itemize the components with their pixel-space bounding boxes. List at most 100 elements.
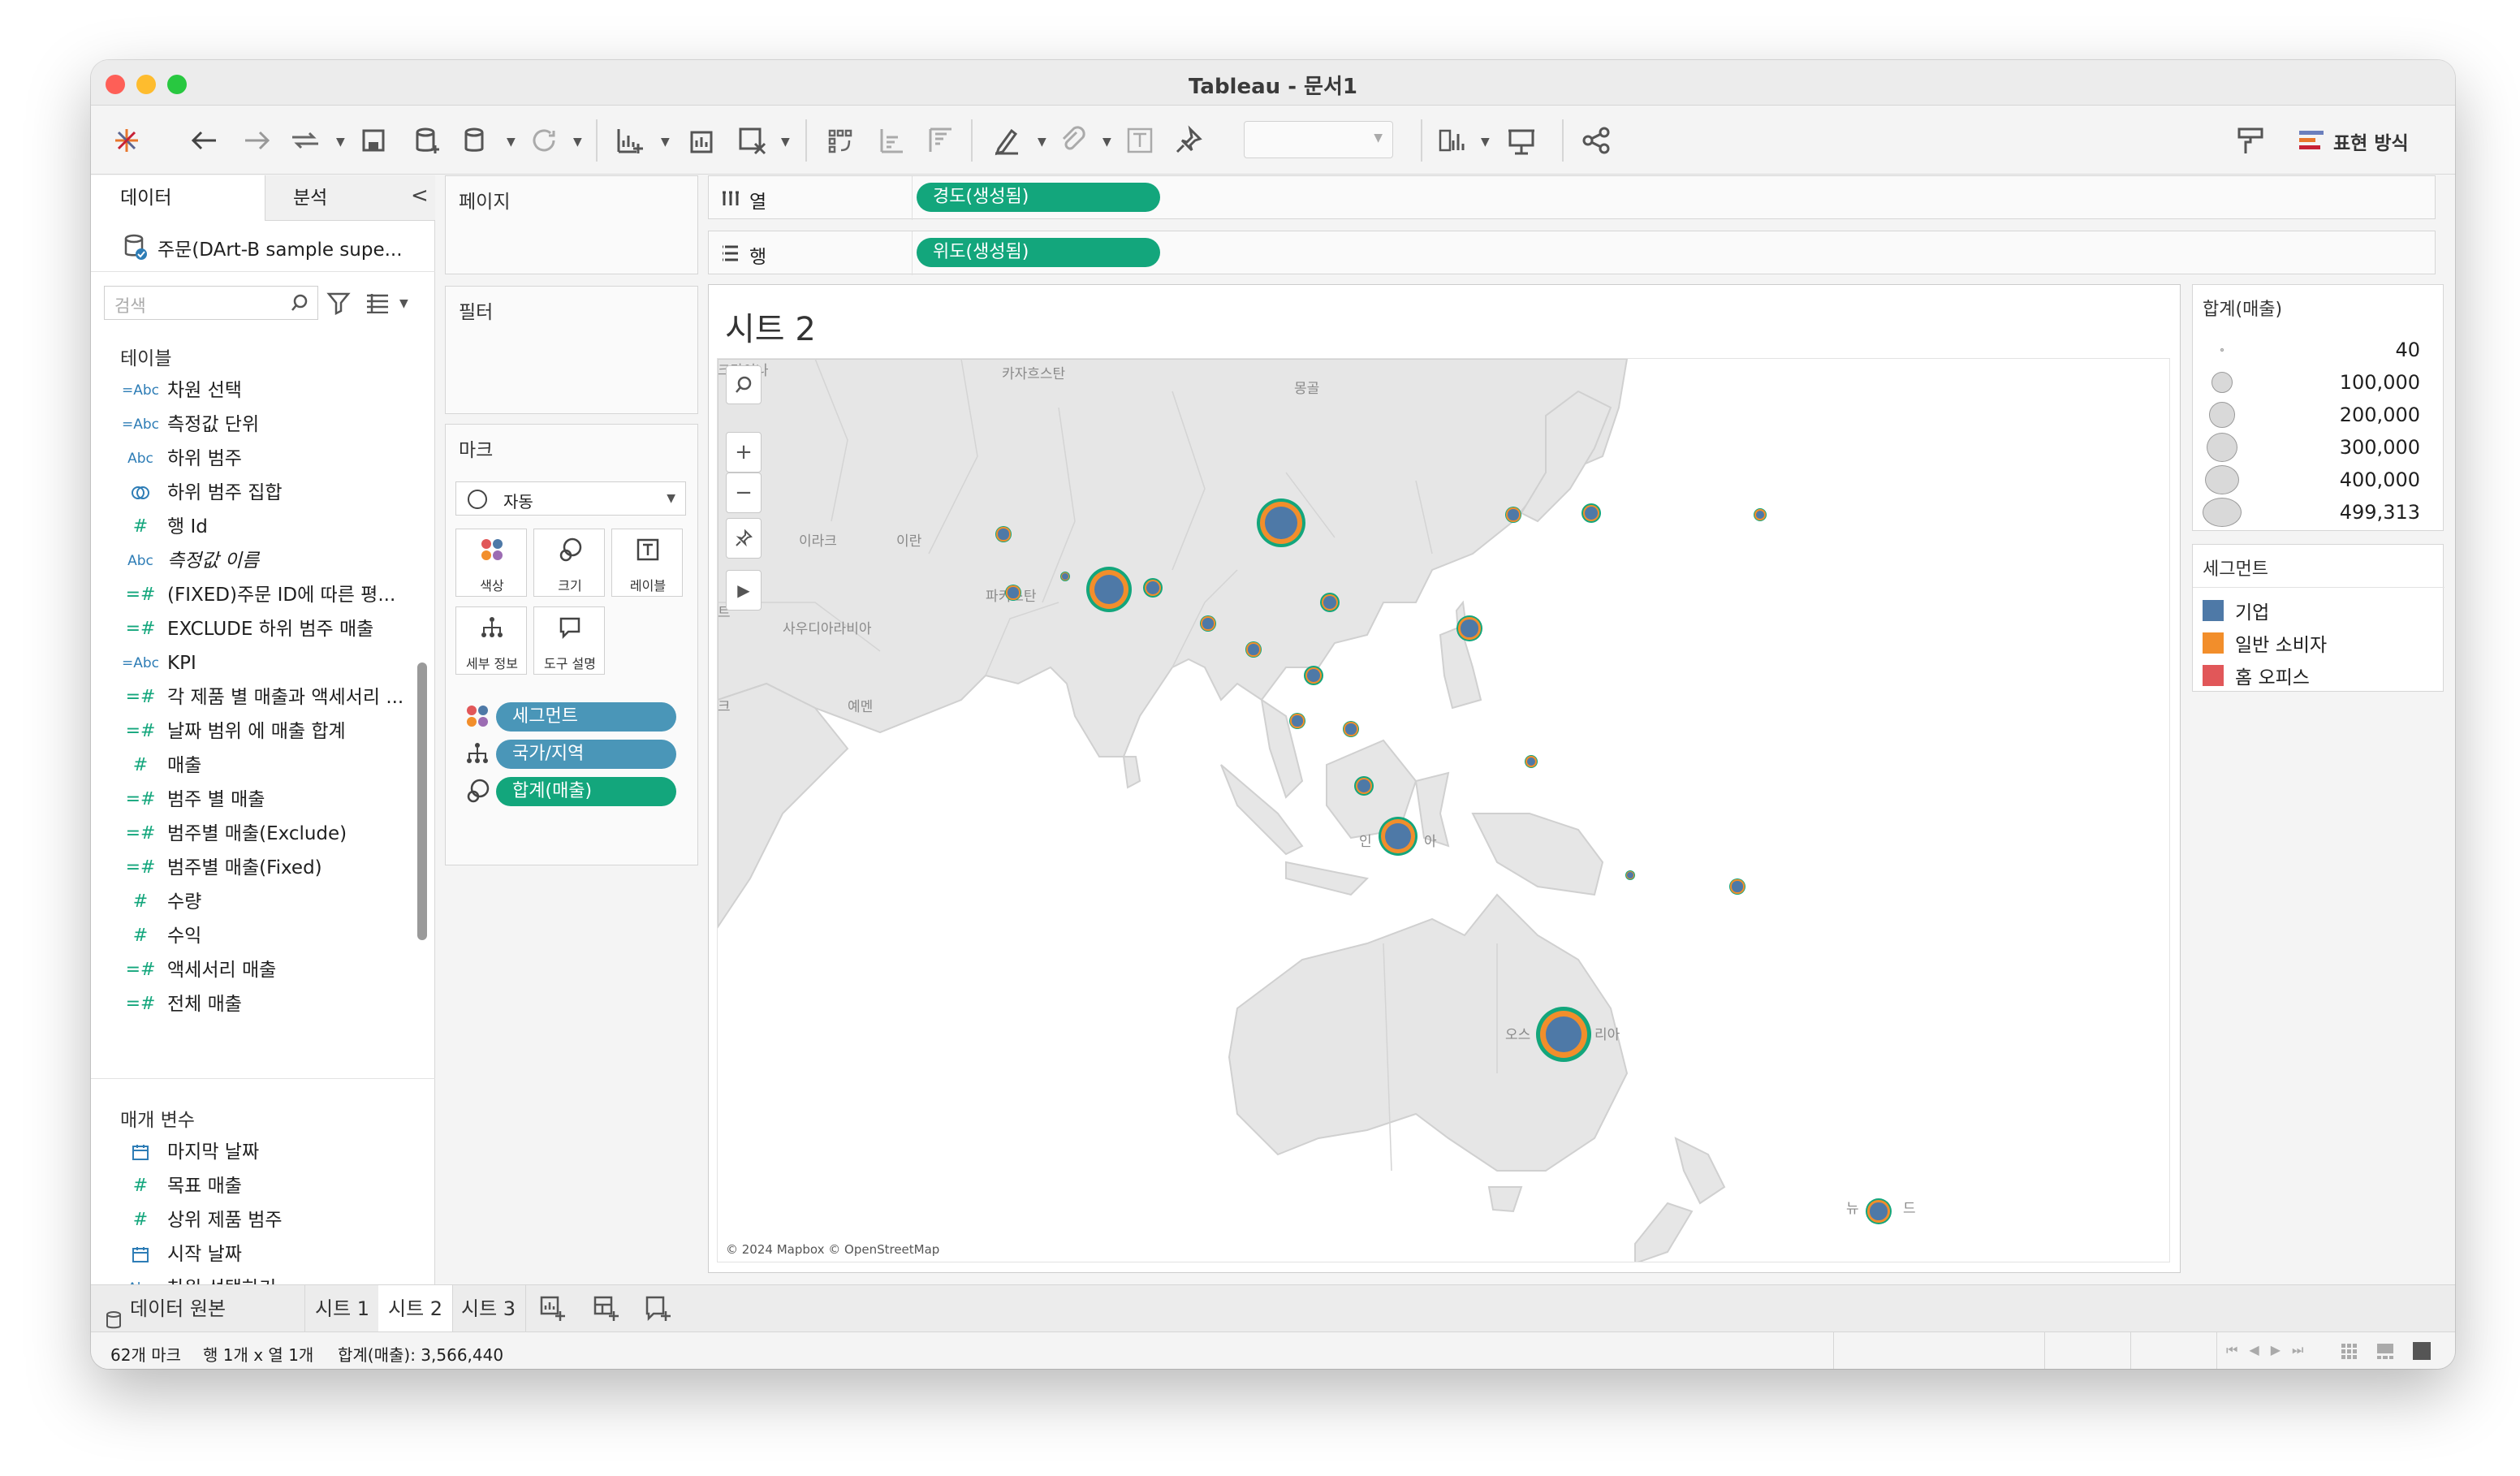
detail-button[interactable]: 세부 정보 <box>455 606 527 675</box>
replace-dropdown-caret-icon[interactable]: ▼ <box>336 136 345 149</box>
segment-legend[interactable]: 세그먼트 기업 일반 소비자 홈 오피스 <box>2192 544 2444 692</box>
latitude-pill[interactable]: 위도(생성됨) <box>917 238 1160 267</box>
replace-datasource-icon[interactable] <box>286 121 325 160</box>
map-view[interactable]: 크라이나카자흐스탄이라크이란파키스탄사우디아라비아예멘몽골인아오스리아뉴드트크 … <box>717 358 2170 1262</box>
tableau-logo-icon[interactable] <box>107 121 146 160</box>
map-mark[interactable] <box>1143 578 1163 598</box>
show-cards-icon[interactable] <box>1434 121 1473 160</box>
field-item[interactable]: 하위 범주 집합 <box>91 476 416 510</box>
new-worksheet-tab-icon[interactable] <box>539 1295 567 1323</box>
tab-data[interactable]: 데이터 <box>91 175 261 221</box>
field-item[interactable]: =# 전체 매출 <box>91 987 416 1021</box>
share-icon[interactable] <box>1577 121 1616 160</box>
parameter-item[interactable]: 시작 날짜 <box>91 1237 416 1271</box>
datasource-tab[interactable]: 데이터 원본 <box>91 1285 305 1332</box>
map-attribution[interactable]: © 2024 Mapbox © OpenStreetMap <box>726 1242 939 1257</box>
field-item[interactable]: =# 날짜 범위 에 매출 합계 <box>91 714 416 749</box>
map-mark[interactable] <box>1304 666 1323 685</box>
sheet-navigation-arrows-icon[interactable]: ⏮◀▶⏭ <box>2226 1342 2315 1358</box>
highlight-icon[interactable] <box>987 121 1026 160</box>
swap-rows-columns-icon[interactable] <box>820 121 859 160</box>
country-detail-pill[interactable]: 국가/지역 <box>496 740 676 769</box>
view-options-icon[interactable] <box>365 292 390 314</box>
map-mark[interactable] <box>1536 1007 1591 1062</box>
filters-card[interactable]: 필터 <box>445 286 698 414</box>
field-item[interactable]: =# 각 제품 별 매출과 액세서리 ... <box>91 680 416 714</box>
zoom-in-icon[interactable]: + <box>726 432 762 473</box>
map-mark[interactable] <box>1200 615 1216 632</box>
map-mark[interactable] <box>1289 713 1305 729</box>
datasource-name[interactable]: 주문(DArt-B sample supe... <box>158 234 403 261</box>
fix-axes-pin-icon[interactable] <box>1169 121 1208 160</box>
map-pin-icon[interactable] <box>726 518 762 559</box>
map-mark[interactable] <box>1729 878 1745 895</box>
fields-scrollbar[interactable] <box>417 662 427 940</box>
cards-dropdown-caret-icon[interactable]: ▼ <box>1481 136 1490 149</box>
size-legend[interactable]: 합계(매출) 40 100,000 200,000 300,000 400,000 499… <box>2192 284 2444 531</box>
field-item[interactable]: Abc 측정값 이름 <box>91 544 416 578</box>
field-item[interactable]: =Abc KPI <box>91 646 416 680</box>
sales-size-pill[interactable]: 합계(매출) <box>496 777 676 806</box>
field-item[interactable]: # 매출 <box>91 749 416 783</box>
size-legend-item[interactable]: 200,000 <box>2193 399 2444 431</box>
map-mark[interactable] <box>1581 503 1601 523</box>
show-mark-labels-icon[interactable] <box>1120 121 1159 160</box>
new-story-icon[interactable] <box>645 1295 672 1323</box>
map-mark[interactable] <box>1086 567 1132 612</box>
show-filmstrip-icon[interactable] <box>2375 1342 2395 1360</box>
map-mark[interactable] <box>1343 721 1359 737</box>
field-item[interactable]: # 행 Id <box>91 510 416 544</box>
rows-shelf[interactable]: 행 위도(생성됨) <box>708 231 2436 275</box>
map-mark[interactable] <box>1866 1198 1892 1224</box>
show-me-label[interactable]: 표현 방식 <box>2333 127 2409 155</box>
map-mark[interactable] <box>1354 776 1374 796</box>
map-search-icon[interactable] <box>726 365 762 404</box>
map-mark[interactable] <box>1525 755 1538 768</box>
label-button[interactable]: 레이블 <box>611 529 683 597</box>
map-mark[interactable] <box>1060 572 1070 581</box>
map-mark[interactable] <box>1320 593 1340 612</box>
parameter-item[interactable]: 마지막 날짜 <box>91 1135 416 1169</box>
show-tabs-icon[interactable] <box>2413 1342 2431 1360</box>
collapse-pane-icon[interactable]: < <box>411 183 429 208</box>
clear-sheet-icon[interactable] <box>732 121 771 160</box>
segment-color-pill[interactable]: 세그먼트 <box>496 702 676 732</box>
field-item[interactable]: =Abc 차원 선택 <box>91 373 416 408</box>
new-sheet-dropdown-caret-icon[interactable]: ▼ <box>661 136 670 149</box>
sort-descending-icon[interactable] <box>921 121 960 160</box>
undo-icon[interactable] <box>185 121 224 160</box>
columns-shelf[interactable]: 열 경도(생성됨) <box>708 175 2436 220</box>
refresh-icon[interactable] <box>524 121 563 160</box>
filter-icon[interactable] <box>326 291 351 316</box>
field-item[interactable]: =# EXCLUDE 하위 범주 매출 <box>91 612 416 646</box>
pages-card[interactable]: 페이지 <box>445 175 698 274</box>
mark-type-dropdown[interactable]: 자동 ▼ <box>455 481 686 516</box>
field-item[interactable]: =# 액세서리 매출 <box>91 953 416 987</box>
map-mark[interactable] <box>995 526 1012 542</box>
group-dropdown-caret-icon[interactable]: ▼ <box>1102 136 1111 149</box>
field-item[interactable]: Abc 하위 범주 <box>91 442 416 476</box>
size-legend-item[interactable]: 300,000 <box>2193 431 2444 464</box>
field-item[interactable]: =# 범주별 매출(Exclude) <box>91 817 416 851</box>
map-mark[interactable] <box>1754 508 1767 521</box>
tooltip-button[interactable]: 도구 설명 <box>533 606 605 675</box>
sort-ascending-icon[interactable] <box>872 121 911 160</box>
map-mark[interactable] <box>1257 498 1305 547</box>
new-worksheet-icon[interactable] <box>611 121 649 160</box>
new-datasource-icon[interactable] <box>408 121 447 160</box>
map-mark[interactable] <box>1625 870 1635 880</box>
map-toolbar-expand-icon[interactable]: ▶ <box>726 570 762 611</box>
group-members-icon[interactable] <box>1054 121 1093 160</box>
fit-dropdown[interactable]: ▼ <box>1244 121 1393 158</box>
field-item[interactable]: # 수익 <box>91 919 416 953</box>
zoom-out-icon[interactable]: − <box>726 473 762 513</box>
show-sheet-sorter-icon[interactable] <box>2340 1342 2358 1360</box>
refresh-dropdown-caret-icon[interactable]: ▼ <box>573 136 582 149</box>
field-item[interactable]: =# 범주별 매출(Fixed) <box>91 851 416 885</box>
new-dashboard-icon[interactable] <box>593 1295 620 1323</box>
size-legend-item[interactable]: 400,000 <box>2193 464 2444 496</box>
tab-sheet-3[interactable]: 시트 3 <box>451 1285 527 1332</box>
size-legend-item[interactable]: 100,000 <box>2193 366 2444 399</box>
color-button[interactable]: 색상 <box>455 529 527 597</box>
longitude-pill[interactable]: 경도(생성됨) <box>917 183 1160 212</box>
